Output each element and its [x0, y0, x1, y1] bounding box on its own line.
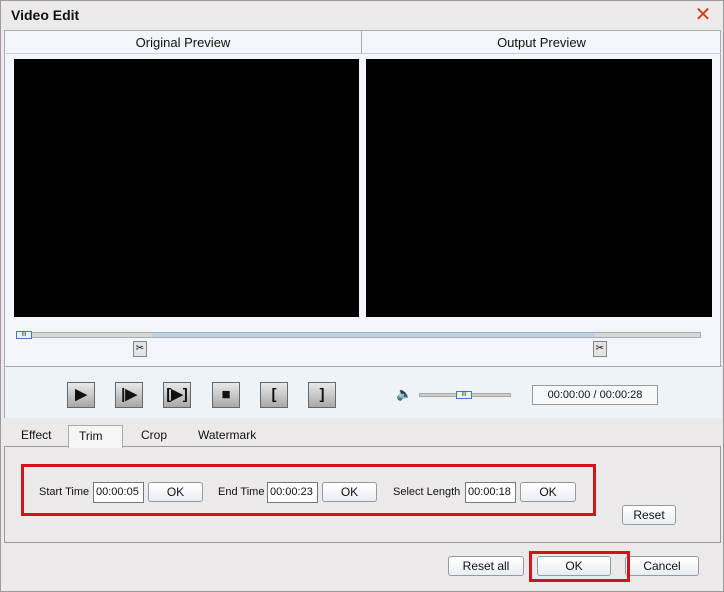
- end-time-label: End Time: [218, 486, 265, 498]
- length-ok-button[interactable]: OK: [520, 482, 576, 502]
- set-start-button[interactable]: [: [260, 382, 288, 408]
- tab-trim[interactable]: Trim: [68, 425, 123, 448]
- next-frame-button[interactable]: |▶: [115, 382, 143, 408]
- close-icon[interactable]: ✕: [693, 5, 713, 25]
- select-length-input[interactable]: 00:00:18: [465, 482, 516, 503]
- trim-start-scissors-icon[interactable]: ✂: [133, 341, 147, 357]
- video-edit-dialog: Video Edit ✕ Original Preview Output Pre…: [0, 0, 724, 592]
- ok-highlight-box: [529, 551, 630, 582]
- preview-area: Original Preview Output Preview III ✂ ✂ …: [4, 30, 722, 418]
- play-button[interactable]: ▶: [67, 382, 95, 408]
- trim-end-scissors-icon[interactable]: ✂: [593, 341, 607, 357]
- tab-watermark[interactable]: Watermark: [188, 425, 266, 447]
- start-time-label: Start Time: [39, 486, 90, 498]
- volume-icon: 🔈: [396, 386, 413, 401]
- tab-effect[interactable]: Effect: [11, 425, 61, 447]
- original-preview-screen: [14, 59, 359, 317]
- dialog-title: Video Edit: [11, 7, 80, 23]
- timeline-selection: [152, 333, 595, 337]
- start-ok-button[interactable]: OK: [148, 482, 203, 502]
- reset-button[interactable]: Reset: [622, 505, 676, 525]
- stop-button[interactable]: ■: [212, 382, 240, 408]
- playback-controls: ▶ |▶ [▶] ■ [ ] 🔈 III 00:00:00 / 00:00:28: [5, 366, 722, 418]
- set-end-button[interactable]: ]: [308, 382, 336, 408]
- tab-crop[interactable]: Crop: [131, 425, 177, 447]
- output-preview-screen: [366, 59, 712, 317]
- volume-thumb[interactable]: III: [456, 391, 472, 399]
- end-time-input[interactable]: 00:00:23: [267, 482, 318, 503]
- output-preview-label: Output Preview: [362, 31, 721, 54]
- select-length-label: Select Length: [393, 486, 461, 498]
- start-time-input[interactable]: 00:00:05: [93, 482, 144, 503]
- original-preview-label: Original Preview: [5, 31, 362, 54]
- cancel-button[interactable]: Cancel: [625, 556, 699, 576]
- timeline-thumb[interactable]: III: [16, 331, 32, 339]
- time-display: 00:00:00 / 00:00:28: [532, 385, 658, 405]
- reset-all-button[interactable]: Reset all: [448, 556, 524, 576]
- play-selection-button[interactable]: [▶]: [163, 382, 191, 408]
- end-ok-button[interactable]: OK: [322, 482, 377, 502]
